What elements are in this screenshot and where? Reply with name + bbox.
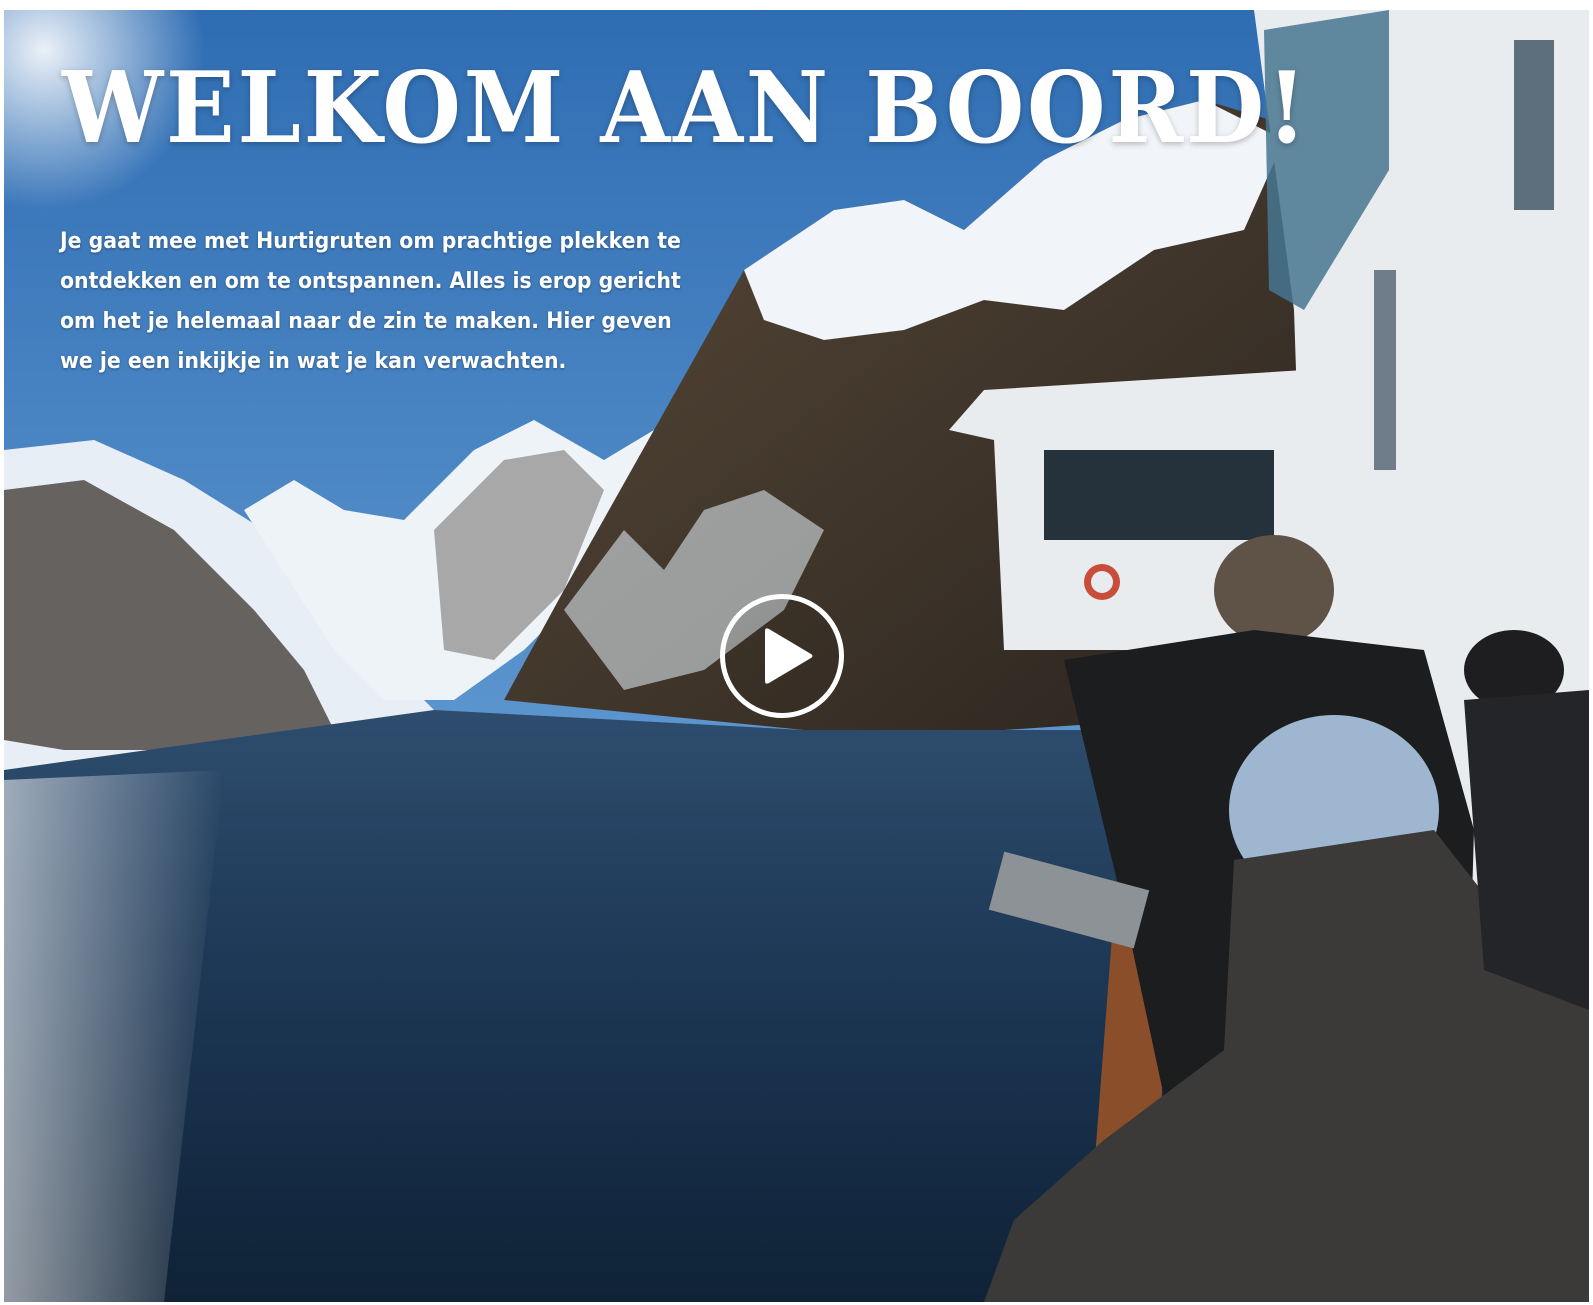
play-icon	[765, 628, 813, 684]
page-title: WELKOM AAN BOORD!	[62, 51, 1310, 166]
hero-section: WELKOM AAN BOORD! Je gaat mee met Hurtig…	[4, 10, 1589, 1302]
intro-text: Je gaat mee met Hurtigruten om prachtige…	[60, 229, 681, 374]
video-play-button[interactable]	[720, 594, 844, 718]
